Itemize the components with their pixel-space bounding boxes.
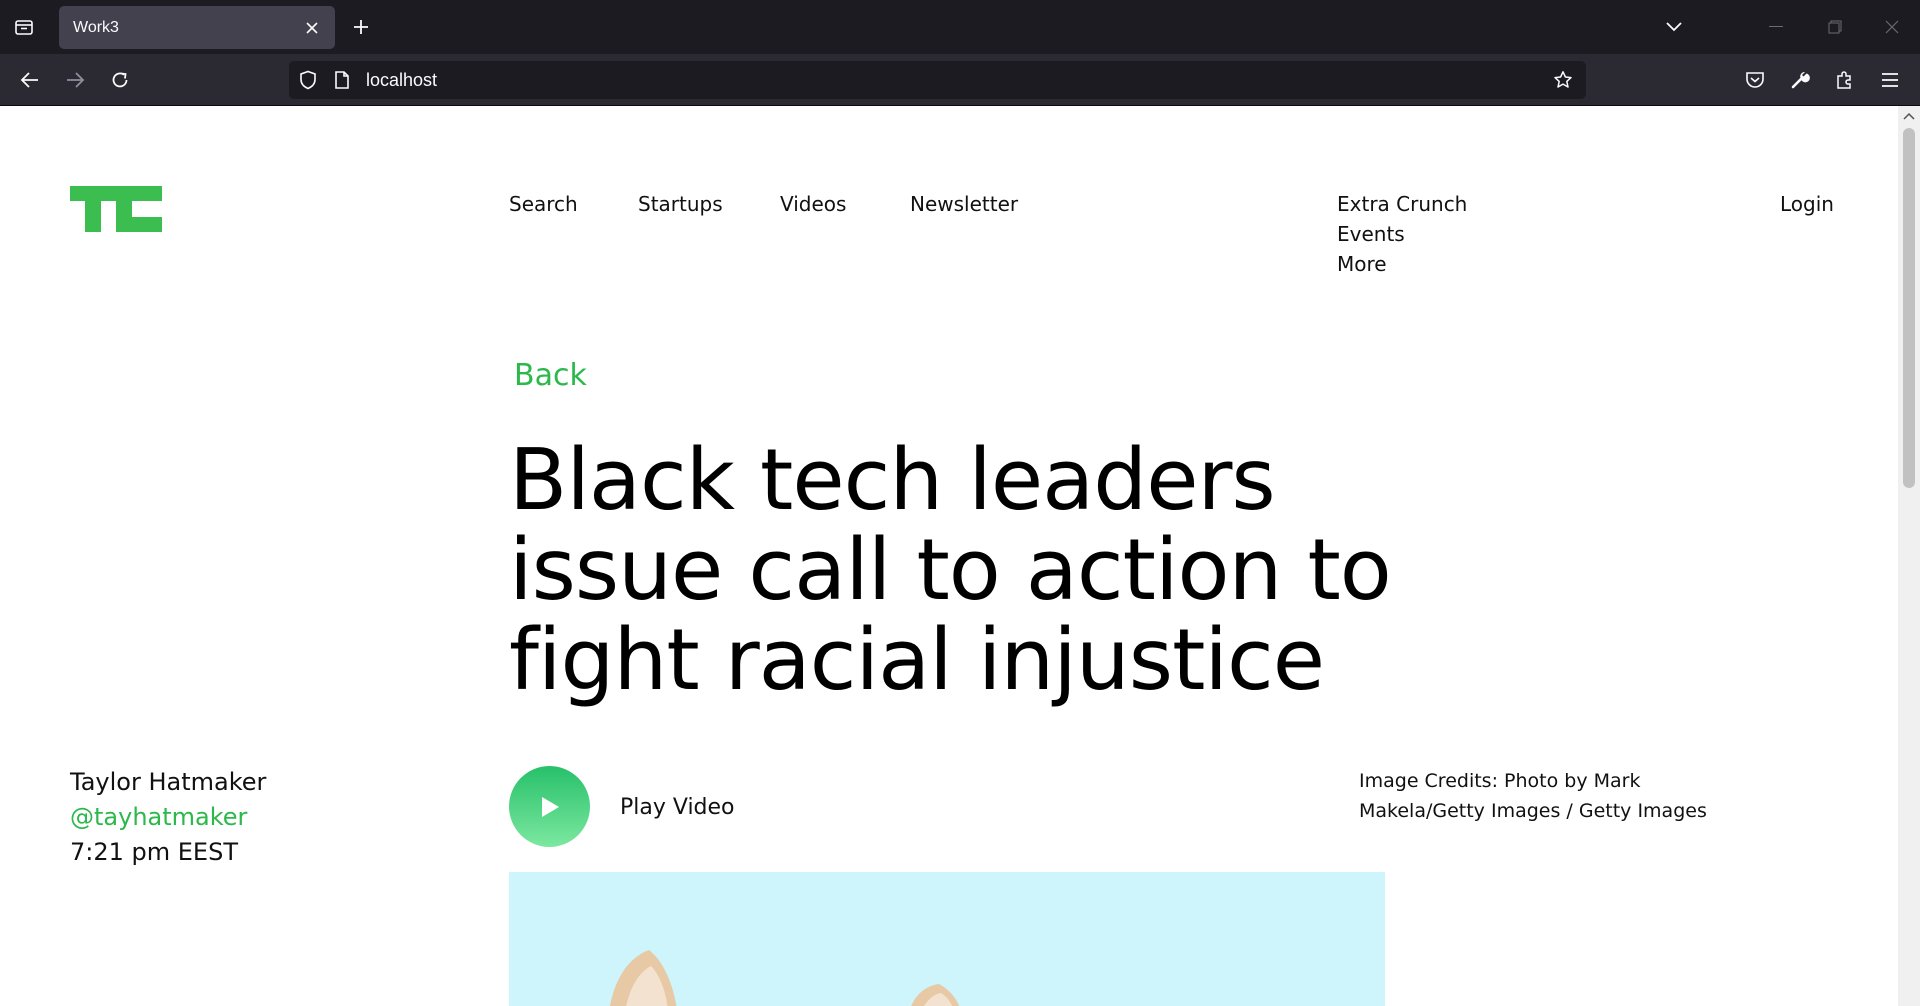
chevron-up-icon: [1903, 112, 1915, 120]
article-hero-image: [509, 872, 1385, 1006]
publish-time: 7:21 pm EEST: [70, 838, 238, 866]
pocket-icon: [1746, 72, 1764, 88]
nav-videos[interactable]: Videos: [780, 189, 846, 219]
tools-button[interactable]: [1787, 67, 1813, 93]
chevron-down-icon: [1666, 22, 1682, 32]
minimize-icon: [1769, 26, 1783, 27]
arrow-left-icon: [20, 72, 38, 88]
play-icon: [541, 796, 559, 817]
extensions-button[interactable]: [1832, 67, 1858, 93]
nav-more[interactable]: More: [1337, 249, 1387, 279]
plus-icon: [354, 20, 368, 34]
nav-events[interactable]: Events: [1337, 219, 1405, 249]
restore-window-button[interactable]: [1822, 14, 1848, 40]
play-video-button[interactable]: [509, 766, 590, 847]
article-title: Black tech leaders issue call to action …: [509, 431, 1392, 710]
browser-toolbar: localhost: [0, 54, 1920, 106]
play-video-label[interactable]: Play Video: [620, 793, 735, 823]
page-viewport: Search Startups Videos Newsletter Extra …: [0, 106, 1920, 1006]
reload-button[interactable]: [107, 67, 133, 93]
tab-work3[interactable]: Work3: [59, 6, 335, 49]
url-bar[interactable]: localhost: [289, 61, 1586, 99]
tab-list-button[interactable]: [12, 15, 36, 39]
new-tab-button[interactable]: [349, 15, 373, 39]
star-icon[interactable]: [1553, 70, 1573, 90]
back-button[interactable]: [17, 67, 43, 93]
page-icon[interactable]: [332, 70, 352, 90]
nav-startups[interactable]: Startups: [638, 189, 723, 219]
shield-icon[interactable]: [298, 70, 318, 90]
tab-list-icon: [15, 20, 33, 35]
image-credits: Image Credits: Photo by Mark Makela/Gett…: [1359, 770, 1707, 822]
app-menu-button[interactable]: [1877, 67, 1903, 93]
scroll-up-button[interactable]: [1898, 106, 1920, 126]
tab-title: Work3: [73, 18, 119, 36]
login-link[interactable]: Login: [1780, 189, 1834, 219]
dog-ears-illustration: [610, 950, 960, 1006]
wrench-icon: [1791, 71, 1810, 89]
site-logo[interactable]: [70, 186, 162, 232]
scrollbar-thumb[interactable]: [1903, 128, 1915, 488]
nav-newsletter[interactable]: Newsletter: [910, 189, 1018, 219]
back-link[interactable]: Back: [514, 356, 587, 396]
nav-extra-crunch[interactable]: Extra Crunch: [1337, 189, 1467, 219]
close-icon: [1885, 20, 1899, 34]
page-scrollbar[interactable]: [1898, 106, 1920, 1006]
pocket-button[interactable]: [1742, 67, 1768, 93]
browser-tab-bar: Work3: [0, 0, 1920, 54]
list-all-tabs-button[interactable]: [1662, 16, 1686, 38]
url-text[interactable]: localhost: [366, 61, 437, 99]
close-window-button[interactable]: [1879, 14, 1905, 40]
forward-button[interactable]: [62, 67, 88, 93]
close-icon: [306, 21, 318, 34]
hamburger-menu-icon: [1882, 73, 1898, 87]
tab-close-button[interactable]: [303, 19, 321, 37]
author-name: Taylor Hatmaker: [70, 768, 267, 796]
reload-icon: [112, 72, 128, 88]
tc-logo-icon: [70, 186, 162, 232]
puzzle-icon: [1837, 71, 1851, 89]
arrow-right-icon: [67, 72, 85, 88]
nav-search[interactable]: Search: [509, 189, 578, 219]
restore-icon: [1828, 20, 1842, 34]
author-handle-link[interactable]: @tayhatmaker: [70, 800, 247, 834]
minimize-window-button[interactable]: [1763, 14, 1789, 40]
